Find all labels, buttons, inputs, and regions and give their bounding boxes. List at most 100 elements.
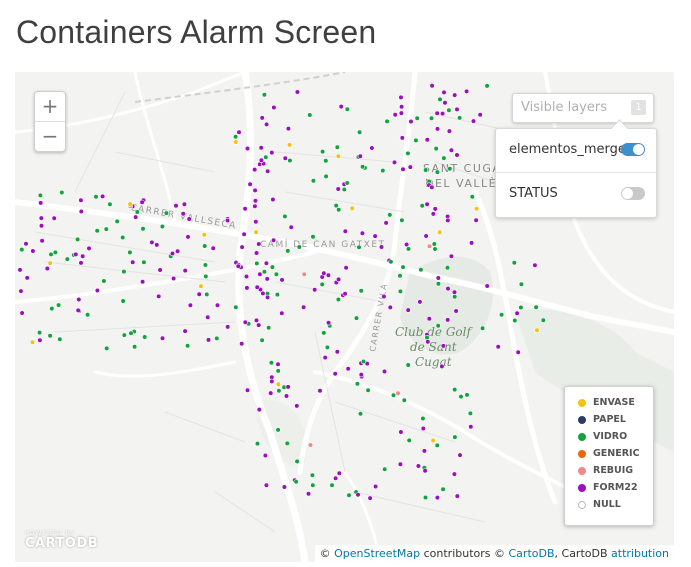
container-point[interactable]: [263, 482, 269, 488]
container-point[interactable]: [329, 482, 335, 488]
container-point[interactable]: [381, 293, 387, 300]
container-point[interactable]: [342, 291, 348, 297]
container-point[interactable]: [133, 214, 139, 220]
container-point[interactable]: [103, 226, 109, 232]
container-point[interactable]: [171, 275, 177, 282]
container-point[interactable]: [282, 155, 288, 161]
container-point[interactable]: [127, 249, 133, 255]
container-point[interactable]: [360, 164, 366, 170]
container-point[interactable]: [392, 112, 398, 118]
container-point[interactable]: [37, 192, 44, 198]
container-point[interactable]: [256, 241, 262, 247]
container-point[interactable]: [47, 260, 53, 266]
container-point[interactable]: [477, 112, 483, 118]
container-point[interactable]: [423, 167, 429, 173]
container-point[interactable]: [405, 362, 411, 368]
container-point[interactable]: [345, 366, 351, 372]
container-point[interactable]: [452, 434, 458, 440]
container-point[interactable]: [321, 270, 327, 276]
container-point[interactable]: [346, 492, 352, 498]
container-point[interactable]: [198, 283, 204, 289]
container-point[interactable]: [397, 461, 404, 467]
container-point[interactable]: [422, 468, 428, 474]
container-point[interactable]: [384, 118, 390, 125]
container-point[interactable]: [236, 129, 242, 135]
container-point[interactable]: [454, 152, 460, 158]
container-point[interactable]: [76, 296, 82, 303]
container-point[interactable]: [140, 226, 146, 232]
container-point[interactable]: [149, 239, 155, 245]
container-point[interactable]: [420, 425, 426, 432]
container-point[interactable]: [391, 159, 398, 165]
container-point[interactable]: [163, 210, 169, 216]
container-point[interactable]: [336, 276, 342, 282]
osm-link[interactable]: OpenStreetMap: [334, 547, 420, 560]
container-point[interactable]: [254, 250, 260, 256]
container-point[interactable]: [84, 312, 91, 318]
container-point[interactable]: [293, 479, 299, 485]
container-point[interactable]: [204, 291, 210, 297]
container-point[interactable]: [458, 394, 464, 400]
container-point[interactable]: [268, 390, 274, 396]
container-point[interactable]: [131, 344, 138, 350]
container-point[interactable]: [233, 134, 239, 140]
attribution-link[interactable]: attribution: [611, 547, 669, 560]
container-point[interactable]: [422, 494, 429, 501]
container-point[interactable]: [469, 194, 475, 200]
container-point[interactable]: [181, 201, 187, 207]
container-point[interactable]: [408, 118, 414, 125]
container-point[interactable]: [187, 302, 193, 308]
container-point[interactable]: [294, 403, 300, 409]
container-point[interactable]: [451, 471, 458, 477]
container-point[interactable]: [511, 260, 517, 266]
container-point[interactable]: [424, 137, 430, 143]
container-point[interactable]: [373, 483, 379, 490]
container-point[interactable]: [281, 484, 288, 490]
container-point[interactable]: [464, 392, 470, 398]
container-point[interactable]: [235, 263, 241, 269]
container-point[interactable]: [453, 308, 459, 314]
container-point[interactable]: [439, 363, 445, 370]
container-point[interactable]: [429, 184, 435, 190]
container-point[interactable]: [156, 293, 162, 299]
container-point[interactable]: [157, 267, 163, 273]
container-point[interactable]: [440, 343, 447, 349]
container-point[interactable]: [430, 211, 436, 217]
container-point[interactable]: [358, 288, 364, 294]
container-point[interactable]: [387, 304, 393, 310]
container-point[interactable]: [474, 206, 480, 212]
container-point[interactable]: [434, 169, 441, 175]
container-point[interactable]: [319, 281, 325, 287]
container-point[interactable]: [78, 197, 84, 203]
container-point[interactable]: [399, 104, 405, 110]
container-point[interactable]: [29, 339, 36, 345]
container-point[interactable]: [264, 121, 270, 128]
container-point[interactable]: [382, 466, 388, 472]
container-point[interactable]: [433, 145, 439, 152]
container-point[interactable]: [86, 245, 92, 251]
container-point[interactable]: [169, 250, 176, 257]
container-point[interactable]: [380, 167, 386, 174]
container-point[interactable]: [324, 344, 331, 351]
container-point[interactable]: [387, 212, 393, 218]
container-point[interactable]: [252, 166, 258, 173]
container-point[interactable]: [388, 259, 394, 265]
container-point[interactable]: [241, 231, 247, 237]
container-point[interactable]: [257, 271, 263, 277]
container-point[interactable]: [252, 203, 258, 209]
container-point[interactable]: [470, 118, 477, 124]
container-point[interactable]: [256, 322, 262, 328]
container-point[interactable]: [357, 411, 364, 417]
container-point[interactable]: [435, 275, 441, 281]
container-point[interactable]: [185, 234, 191, 240]
container-point[interactable]: [48, 251, 54, 257]
container-point[interactable]: [73, 251, 79, 257]
container-point[interactable]: [269, 149, 275, 156]
container-point[interactable]: [413, 137, 419, 143]
container-point[interactable]: [398, 110, 405, 116]
container-point[interactable]: [446, 107, 452, 113]
container-point[interactable]: [301, 304, 307, 310]
container-point[interactable]: [38, 200, 44, 206]
container-point[interactable]: [399, 135, 405, 141]
container-point[interactable]: [269, 378, 275, 385]
